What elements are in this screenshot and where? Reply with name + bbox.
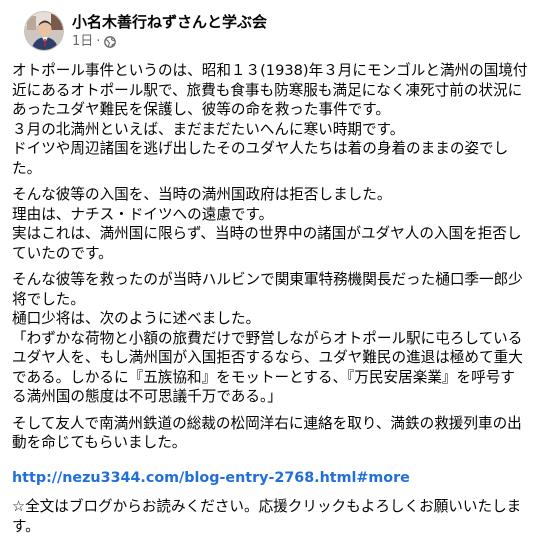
post-body: オトポール事件というのは、昭和１３(1938)年３月にモンゴルと満州の国境付 近…: [12, 61, 538, 543]
text-line: 理由は、ナチス・ドイツへの遠慮です。: [12, 205, 274, 223]
text-line: ていたのです。: [12, 244, 113, 262]
text-line: そんな彼等の入国を、当時の満州国政府は拒否しました。: [12, 186, 392, 203]
blog-link[interactable]: http://nezu3344.com/blog-entry-2768.html…: [12, 469, 410, 489]
page-avatar[interactable]: [24, 11, 64, 51]
text-line: である。しかるに『五族協和』をモットーとする、『万民安居楽業』を呼号す: [12, 368, 515, 386]
post-timestamp[interactable]: 1日: [72, 34, 93, 50]
text-line: 将でした。: [12, 290, 85, 308]
text-line: ☆全文はブログからお読みください。応援クリックもよろしくお願いいたしま: [12, 498, 522, 515]
text-line: 実はこれは、満州国に限らず、当時の世界中の諸国がユダヤ人の入国を拒否し: [12, 225, 522, 242]
text-line: ドイツや周辺諸国を逃げ出したそのユダヤ人たちは着の身着のままの姿でし: [12, 140, 509, 157]
avatar-photo-icon: [25, 12, 63, 50]
text-line: 近にあるオトポール駅で、旅費も食事も防寒服も満足になく凍死寸前の状況に: [12, 81, 523, 99]
paragraph-4: そして友人で南満州鉄道の総裁の松岡洋右に連絡を取り、満鉄の救援列車の出 動を命じ…: [12, 414, 538, 453]
meta-separator: ·: [96, 34, 101, 49]
text-line: 動を命じてもらいました。: [12, 434, 187, 451]
text-line: 樋口少将は、次のように述べました。: [12, 310, 261, 327]
text-line: ユダヤ人を、もし満州国が入国拒否するなら、ユダヤ難民の進退は極めて重大: [12, 349, 523, 366]
text-line: そんな彼等を救ったのが当時ハルビンで関東軍特務機関長だった樋口季一郎少: [12, 271, 523, 288]
text-line: そして友人で南満州鉄道の総裁の松岡洋右に連絡を取り、満鉄の救援列車の出: [12, 414, 522, 432]
page-name-link[interactable]: 小名木善行ねずさんと学ぶ会: [72, 13, 267, 31]
paragraph-1: オトポール事件というのは、昭和１３(1938)年３月にモンゴルと満州の国境付 近…: [12, 61, 538, 178]
globe-icon[interactable]: [104, 36, 117, 48]
text-line: る満州国の態度は不可思議千万である。」: [12, 388, 282, 405]
text-line: 「わずかな荷物と小額の旅費だけで野営しながらオトポール駅に屯ろしている: [12, 329, 523, 347]
paragraph-3: そんな彼等を救ったのが当時ハルビンで関東軍特務機関長だった樋口季一郎少 将でした…: [12, 270, 538, 407]
text-line: た。: [12, 159, 42, 177]
text-line: あったユダヤ難民を保護し、彼等の命を救った事件です。: [12, 101, 390, 118]
post-meta: 1日 ·: [72, 34, 117, 50]
post-header: 小名木善行ねずさんと学ぶ会 1日 ·: [12, 0, 535, 62]
closing-paragraph: ☆全文はブログからお読みください。応援クリックもよろしくお願いいたしま す。: [12, 497, 538, 536]
text-line: す。: [12, 517, 40, 535]
text-line: オトポール事件というのは、昭和１３(1938)年３月にモンゴルと満州の国境付: [12, 62, 528, 79]
text-line: ３月の北満州といえば、まだまだたいへんに寒い時期です。: [12, 120, 405, 138]
paragraph-2: そんな彼等の入国を、当時の満州国政府は拒否しました。 理由は、ナチス・ドイツへの…: [12, 185, 538, 263]
facebook-post: 小名木善行ねずさんと学ぶ会 1日 · オトポール事件というのは、昭和１３(193…: [0, 0, 547, 546]
